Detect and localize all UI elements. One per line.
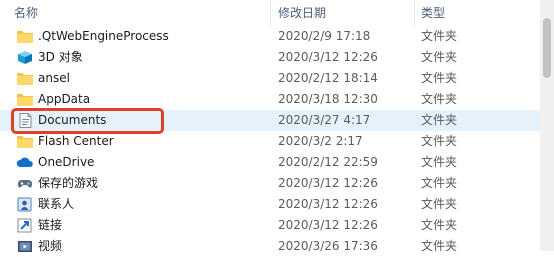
file-type: 文件夹 bbox=[421, 239, 458, 253]
list-item[interactable]: .QtWebEngineProcess 2020/2/9 17:18 文件夹 bbox=[0, 26, 554, 47]
file-type: 文件夹 bbox=[421, 134, 458, 148]
file-type: 文件夹 bbox=[421, 50, 458, 64]
list-item[interactable]: OneDrive 2020/2/12 22:59 文件夹 bbox=[0, 152, 554, 173]
file-name: 保存的游戏 bbox=[38, 176, 99, 190]
file-type: 文件夹 bbox=[421, 113, 458, 127]
file-type: 文件夹 bbox=[421, 197, 458, 211]
column-header: ⌃ 名称 修改日期 类型 bbox=[0, 0, 554, 26]
file-date: 2020/3/2 2:17 bbox=[278, 134, 363, 148]
file-date: 2020/3/26 17:36 bbox=[278, 239, 378, 253]
file-name: OneDrive bbox=[38, 155, 95, 169]
file-name: AppData bbox=[38, 92, 91, 106]
file-date: 2020/2/12 22:59 bbox=[278, 155, 378, 169]
file-name: .QtWebEngineProcess bbox=[38, 29, 169, 43]
file-name: 3D 对象 bbox=[38, 50, 83, 64]
file-type: 文件夹 bbox=[421, 29, 458, 43]
list-item[interactable]: Flash Center 2020/3/2 2:17 文件夹 bbox=[0, 131, 554, 152]
saved-games-icon bbox=[18, 180, 32, 188]
file-date: 2020/2/12 18:14 bbox=[278, 71, 378, 85]
folder-icon bbox=[17, 136, 33, 148]
file-type: 文件夹 bbox=[421, 71, 458, 85]
column-header-date[interactable]: 修改日期 bbox=[278, 0, 408, 26]
links-icon bbox=[17, 218, 32, 233]
file-date: 2020/3/12 12:26 bbox=[278, 50, 378, 64]
column-divider[interactable] bbox=[414, 0, 415, 26]
column-header-name[interactable]: 名称 bbox=[14, 0, 264, 26]
file-name: ansel bbox=[38, 71, 70, 85]
list-item[interactable]: 联系人 2020/3/12 12:26 文件夹 bbox=[0, 194, 554, 215]
folder-icon bbox=[17, 31, 33, 43]
column-divider[interactable] bbox=[270, 0, 271, 26]
3d-objects-icon bbox=[18, 51, 32, 64]
folder-icon bbox=[17, 94, 33, 106]
list-item[interactable]: AppData 2020/3/18 12:30 文件夹 bbox=[0, 89, 554, 110]
file-date: 2020/3/12 12:26 bbox=[278, 197, 378, 211]
videos-icon bbox=[18, 241, 32, 252]
folder-icon bbox=[17, 73, 33, 85]
vertical-scrollbar[interactable] bbox=[540, 0, 554, 251]
file-type: 文件夹 bbox=[421, 155, 458, 169]
file-date: 2020/3/18 12:30 bbox=[278, 92, 378, 106]
list-item[interactable]: ansel 2020/2/12 18:14 文件夹 bbox=[0, 68, 554, 89]
file-date: 2020/3/12 12:26 bbox=[278, 176, 378, 190]
file-date: 2020/3/27 4:17 bbox=[278, 113, 371, 127]
list-item[interactable]: 保存的游戏 2020/3/12 12:26 文件夹 bbox=[0, 173, 554, 194]
list-item[interactable]: 3D 对象 2020/3/12 12:26 文件夹 bbox=[0, 47, 554, 68]
file-date: 2020/2/9 17:18 bbox=[278, 29, 371, 43]
list-item[interactable]: 链接 2020/3/12 12:26 文件夹 bbox=[0, 215, 554, 236]
file-name: 联系人 bbox=[38, 197, 75, 211]
highlight-box bbox=[11, 108, 164, 134]
file-type: 文件夹 bbox=[421, 176, 458, 190]
file-type: 文件夹 bbox=[421, 218, 458, 232]
file-name: Flash Center bbox=[38, 134, 114, 148]
file-name: 视频 bbox=[38, 239, 63, 253]
contacts-icon bbox=[17, 197, 32, 212]
onedrive-icon bbox=[16, 157, 33, 167]
scrollbar-thumb[interactable] bbox=[543, 18, 551, 78]
file-date: 2020/3/12 12:26 bbox=[278, 218, 378, 232]
column-header-type[interactable]: 类型 bbox=[421, 0, 531, 26]
file-name: 链接 bbox=[38, 218, 63, 232]
list-item[interactable]: 视频 2020/3/26 17:36 文件夹 bbox=[0, 236, 554, 257]
file-type: 文件夹 bbox=[421, 92, 458, 106]
